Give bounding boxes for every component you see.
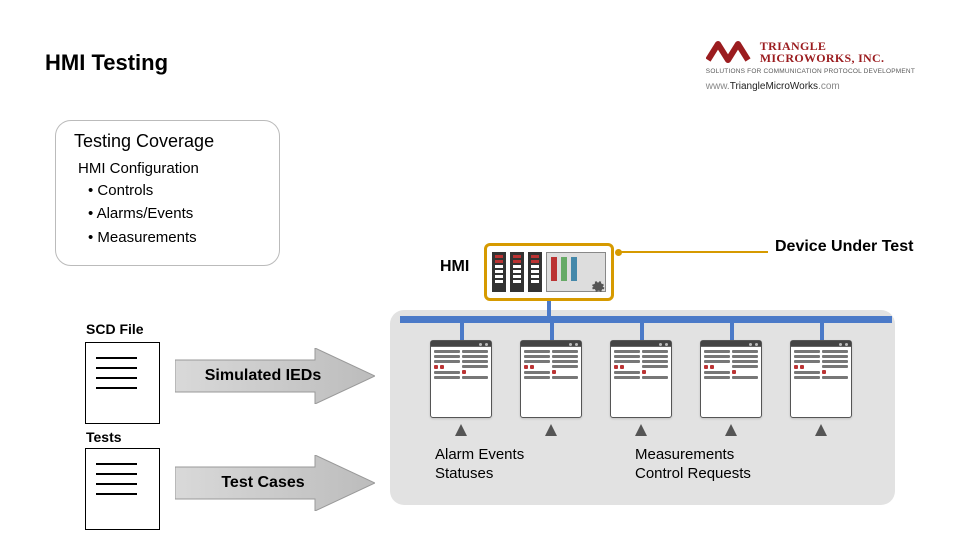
bus-drop-icon <box>820 323 824 341</box>
network-bus-bar <box>400 316 892 323</box>
coverage-item: Controls <box>88 179 261 202</box>
alarm-events-label: Alarm EventsStatuses <box>435 446 524 484</box>
hmi-rack-icon <box>510 252 524 292</box>
bus-drop-icon <box>640 323 644 341</box>
arrow-up-icon <box>725 424 737 436</box>
testing-coverage-box: Testing Coverage HMI Configuration Contr… <box>55 120 280 266</box>
simulated-ieds-arrow: Simulated IEDs <box>175 348 375 404</box>
page-title: HMI Testing <box>45 50 168 76</box>
tests-file-label: Tests <box>86 429 122 445</box>
simulated-ied-icon <box>430 340 492 418</box>
arrow-up-icon <box>815 424 827 436</box>
company-logo-block: TRIANGLE MICROWORKS, INC. SOLUTIONS FOR … <box>706 38 915 92</box>
test-cases-arrow: Test Cases <box>175 455 375 511</box>
arrow-up-icon <box>455 424 467 436</box>
triangle-logo-icon <box>706 38 752 66</box>
coverage-item: Alarms/Events <box>88 202 261 225</box>
hmi-device-icon <box>484 243 614 301</box>
bus-drop-icon <box>460 323 464 341</box>
dut-callout-line <box>618 251 768 253</box>
hmi-label: HMI <box>440 258 469 276</box>
scd-file-icon: SCD File <box>85 342 160 424</box>
company-url: www.TriangleMicroWorks.com <box>706 81 915 92</box>
simulated-ied-icon <box>700 340 762 418</box>
coverage-heading: Testing Coverage <box>74 131 261 152</box>
coverage-item: Measurements <box>88 226 261 249</box>
company-name: TRIANGLE MICROWORKS, INC. <box>760 40 884 64</box>
arrow-up-icon <box>635 424 647 436</box>
simulated-ied-icon <box>790 340 852 418</box>
tests-file-icon: Tests <box>85 448 160 530</box>
hmi-rack-icon <box>528 252 542 292</box>
arrow-up-icon <box>545 424 557 436</box>
measurements-label: MeasurementsControl Requests <box>635 446 751 484</box>
coverage-list: Controls Alarms/Events Measurements <box>88 179 261 249</box>
hmi-rack-icon <box>492 252 506 292</box>
company-tagline: SOLUTIONS FOR COMMUNICATION PROTOCOL DEV… <box>706 68 915 75</box>
scd-file-label: SCD File <box>86 321 144 337</box>
simulated-ied-icon <box>520 340 582 418</box>
bus-drop-icon <box>730 323 734 341</box>
simulated-ied-icon <box>610 340 672 418</box>
bus-drop-icon <box>550 323 554 341</box>
coverage-subtitle: HMI Configuration <box>78 160 261 177</box>
gear-icon <box>591 280 605 294</box>
device-under-test-label: Device Under Test <box>775 238 913 256</box>
